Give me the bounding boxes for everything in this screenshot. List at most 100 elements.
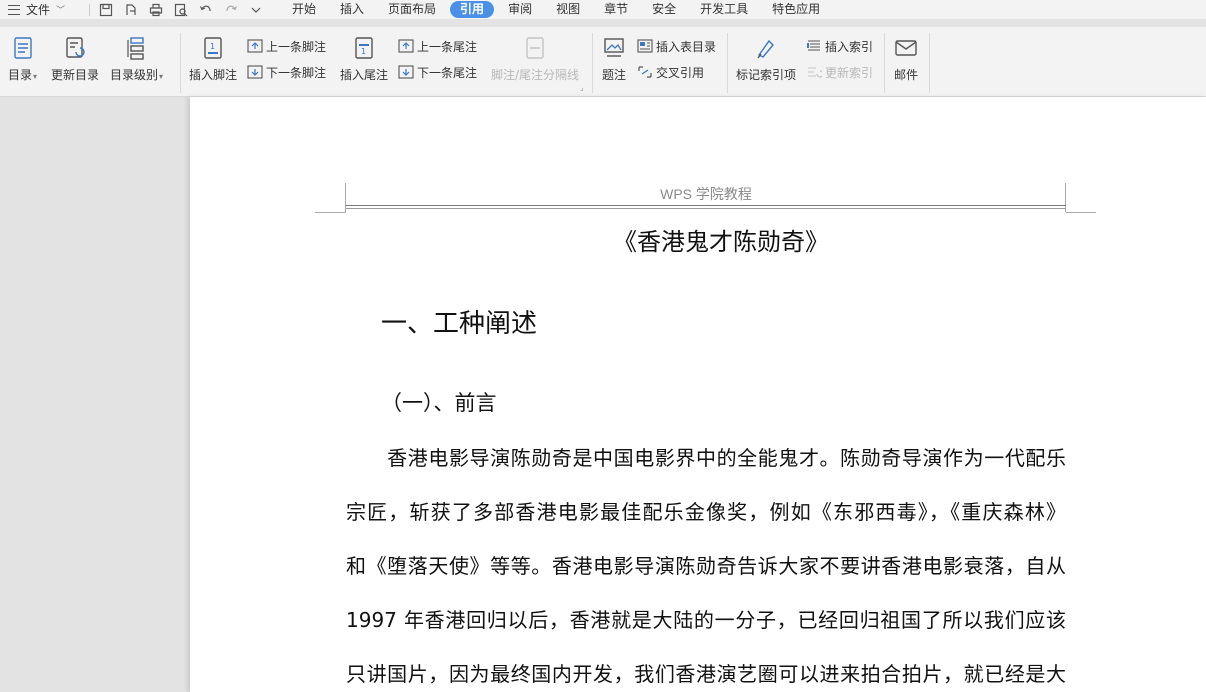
tab-developer[interactable]: 开发工具 bbox=[688, 0, 760, 19]
cross-reference-button[interactable]: 交叉引用 bbox=[637, 63, 704, 81]
insert-table-of-figures-button[interactable]: 插入表目录 bbox=[637, 37, 716, 55]
prev-footnote-label: 上一条脚注 bbox=[266, 39, 327, 54]
mark-index-entry-button[interactable]: 标记索引项 bbox=[736, 36, 796, 83]
dropdown-arrow-icon: ▾ bbox=[159, 72, 164, 81]
body-paragraph-line[interactable]: 只讲国片，因为最终国内开发，我们香港演艺圈可以进来拍合拍片，就已经是大 bbox=[346, 647, 1066, 692]
insert-index-button[interactable]: 插入索引 bbox=[806, 37, 873, 55]
mail-button[interactable]: 邮件 bbox=[894, 36, 918, 83]
body-paragraph-line[interactable]: 1997 年香港回归以后，香港就是大陆的一分子，已经回归祖国了所以我们应该 bbox=[346, 593, 1066, 647]
dialog-launcher-icon[interactable]: ⌟ bbox=[580, 83, 584, 92]
insert-footnote-label: 插入脚注 bbox=[189, 68, 238, 82]
body-paragraph-line[interactable]: 和《堕落天使》等等。香港电影导演陈勋奇告诉大家不要讲香港电影衰落，自从 bbox=[346, 539, 1066, 593]
divider bbox=[884, 33, 885, 93]
tab-review[interactable]: 审阅 bbox=[496, 0, 544, 19]
divider bbox=[929, 33, 930, 93]
insert-index-icon bbox=[807, 40, 820, 51]
header-rule bbox=[346, 205, 1066, 206]
cross-reference-icon bbox=[638, 66, 652, 78]
next-endnote-button[interactable]: 下一条尾注 bbox=[398, 63, 477, 81]
quick-access-toolbar bbox=[86, 1, 268, 19]
divider bbox=[180, 33, 181, 93]
insert-endnote-label: 插入尾注 bbox=[340, 68, 389, 82]
divider bbox=[727, 33, 728, 93]
mark-index-entry-label: 标记索引项 bbox=[736, 68, 797, 82]
update-toc-button[interactable]: 更新目录 bbox=[51, 36, 99, 83]
toc-level-label: 目录级别 bbox=[110, 68, 159, 82]
heading-1[interactable]: 一、工种阐述 bbox=[381, 303, 537, 340]
print-icon[interactable] bbox=[143, 1, 168, 19]
toc-level-button[interactable]: 目录级别▾ bbox=[110, 36, 163, 83]
divider bbox=[89, 3, 90, 16]
toc-button[interactable]: 目录▾ bbox=[8, 36, 37, 83]
page-header[interactable]: WPS 学院教程 bbox=[346, 184, 1066, 204]
header-rule bbox=[346, 208, 1066, 209]
menu-bar: 文件 ﹀ 开始 插入 页面布局 引用 审阅 视图 章节 安全 开发工具 特色应用 bbox=[0, 0, 1206, 19]
prev-footnote-button[interactable]: 上一条脚注 bbox=[247, 37, 326, 55]
update-toc-icon bbox=[66, 37, 85, 58]
navigation-pane bbox=[0, 97, 190, 692]
next-footnote-label: 下一条脚注 bbox=[266, 65, 327, 80]
body-paragraph-line[interactable]: 宗匠，斩获了多部香港电影最佳配乐金像奖，例如《东邪西毒》，《重庆森林》 bbox=[346, 485, 1066, 539]
next-endnote-label: 下一条尾注 bbox=[417, 65, 478, 80]
ribbon-tabs: 开始 插入 页面布局 引用 审阅 视图 章节 安全 开发工具 特色应用 bbox=[280, 0, 832, 19]
mail-label: 邮件 bbox=[894, 68, 919, 82]
footnote-separator-button[interactable]: 脚注/尾注分隔线 bbox=[491, 36, 579, 83]
caption-button[interactable]: 题注 bbox=[602, 36, 626, 83]
save-icon[interactable] bbox=[93, 1, 118, 19]
update-index-icon bbox=[808, 67, 822, 78]
update-index-button[interactable]: 更新索引 bbox=[806, 63, 873, 81]
prev-footnote-icon bbox=[247, 39, 263, 53]
document-title[interactable]: 《香港鬼才陈勋奇》 bbox=[346, 222, 1096, 257]
insert-index-label: 插入索引 bbox=[825, 39, 874, 54]
customize-toolbar-icon[interactable] bbox=[243, 1, 268, 19]
next-footnote-button[interactable]: 下一条脚注 bbox=[247, 63, 326, 81]
dropdown-arrow-icon: ▾ bbox=[33, 72, 38, 81]
update-toc-label: 更新目录 bbox=[51, 68, 100, 82]
insert-endnote-icon: 1 bbox=[355, 37, 373, 59]
redo-icon[interactable] bbox=[218, 1, 243, 19]
prev-endnote-button[interactable]: 上一条尾注 bbox=[398, 37, 477, 55]
table-of-figures-icon bbox=[637, 39, 653, 53]
hamburger-icon bbox=[8, 4, 20, 15]
toc-label: 目录 bbox=[8, 68, 33, 82]
mark-index-icon bbox=[757, 39, 774, 59]
crop-mark bbox=[315, 212, 346, 213]
tab-insert[interactable]: 插入 bbox=[328, 0, 376, 19]
heading-2[interactable]: （一）、前言 bbox=[381, 387, 497, 417]
prev-endnote-icon bbox=[398, 39, 414, 53]
insert-footnote-button[interactable]: 1 插入脚注 bbox=[189, 36, 237, 83]
tab-home[interactable]: 开始 bbox=[280, 0, 328, 19]
file-menu[interactable]: 文件 ﹀ bbox=[0, 1, 80, 18]
tab-view[interactable]: 视图 bbox=[544, 0, 592, 19]
caption-label: 题注 bbox=[602, 68, 627, 82]
print-preview-icon[interactable] bbox=[168, 1, 193, 19]
insert-endnote-button[interactable]: 1 插入尾注 bbox=[340, 36, 388, 83]
next-footnote-icon bbox=[247, 65, 263, 79]
cross-reference-label: 交叉引用 bbox=[656, 65, 705, 80]
insert-table-of-figures-label: 插入表目录 bbox=[656, 39, 717, 54]
toc-icon bbox=[13, 37, 32, 59]
body-paragraph-line[interactable]: 香港电影导演陈勋奇是中国电影界中的全能鬼才。陈勋奇导演作为一代配乐 bbox=[346, 431, 1066, 485]
caption-icon bbox=[604, 38, 624, 57]
svg-text:1: 1 bbox=[361, 47, 366, 56]
prev-endnote-label: 上一条尾注 bbox=[417, 39, 478, 54]
tab-chapter[interactable]: 章节 bbox=[592, 0, 640, 19]
tab-security[interactable]: 安全 bbox=[640, 0, 688, 19]
update-index-label: 更新索引 bbox=[825, 65, 874, 80]
crop-mark bbox=[1066, 212, 1096, 213]
tab-special-apps[interactable]: 特色应用 bbox=[760, 0, 832, 19]
footnote-separator-icon bbox=[526, 37, 544, 59]
undo-icon[interactable] bbox=[193, 1, 218, 19]
tab-page-layout[interactable]: 页面布局 bbox=[376, 0, 448, 19]
footnote-separator-label: 脚注/尾注分隔线 bbox=[491, 68, 580, 82]
svg-text:1: 1 bbox=[210, 42, 215, 51]
next-endnote-icon bbox=[398, 65, 414, 79]
divider bbox=[592, 33, 593, 93]
export-icon[interactable] bbox=[118, 1, 143, 19]
file-menu-label: 文件 bbox=[26, 3, 51, 17]
toc-level-icon bbox=[126, 37, 144, 60]
ribbon-toolbar: 目录▾ 更新目录 目录级别▾ 1 插入脚注 上一条脚注 下一条脚注 1 插入尾注… bbox=[0, 27, 1206, 97]
tab-references[interactable]: 引用 bbox=[450, 1, 495, 18]
chevron-down-icon: ﹀ bbox=[56, 6, 66, 16]
insert-footnote-icon: 1 bbox=[204, 37, 222, 59]
